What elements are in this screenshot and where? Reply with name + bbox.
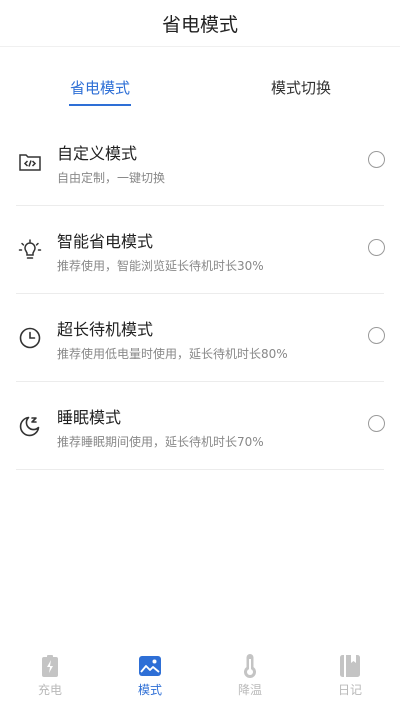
- mode-radio-button[interactable]: [368, 327, 385, 344]
- mode-title: 超长待机模式: [57, 320, 154, 339]
- mode-list: 自定义模式 自由定制，一键切换 智能省电模式 推荐使用，智能浏览延长待机时长30…: [16, 118, 385, 470]
- nav-item-diary[interactable]: 日记: [300, 651, 400, 711]
- nav-item-cooldown[interactable]: 降温: [200, 651, 300, 711]
- nav-item-mode[interactable]: 模式: [100, 651, 200, 711]
- battery-charge-icon: [39, 655, 61, 677]
- mode-description: 推荐使用低电量时使用，延长待机时长80%: [57, 347, 288, 361]
- mode-description: 推荐睡眠期间使用，延长待机时长70%: [57, 435, 264, 449]
- nav-label: 日记: [337, 683, 362, 697]
- mode-title: 智能省电模式: [57, 232, 154, 251]
- moon-sleep-icon: [16, 412, 44, 440]
- code-folder-icon: [16, 148, 44, 176]
- mode-item-smart-saving[interactable]: 智能省电模式 推荐使用，智能浏览延长待机时长30%: [16, 206, 385, 294]
- mode-item-custom[interactable]: 自定义模式 自由定制，一键切换: [16, 118, 385, 206]
- mode-item-long-standby[interactable]: 超长待机模式 推荐使用低电量时使用，延长待机时长80%: [16, 294, 385, 382]
- mode-radio-button[interactable]: [368, 239, 385, 256]
- image-mode-icon: [139, 655, 161, 677]
- nav-item-charge[interactable]: 充电: [0, 651, 100, 711]
- mode-radio-button[interactable]: [368, 415, 385, 432]
- mode-description: 推荐使用，智能浏览延长待机时长30%: [57, 259, 264, 273]
- bottom-nav: 充电 模式 降温 日记: [0, 651, 400, 711]
- mode-radio-button[interactable]: [368, 151, 385, 168]
- nav-label: 降温: [237, 683, 262, 697]
- nav-label: 模式: [137, 683, 162, 697]
- header: 省电模式: [0, 0, 400, 47]
- tab-bar: 省电模式 模式切换: [0, 47, 400, 127]
- mode-title: 睡眠模式: [57, 408, 122, 427]
- notebook-icon: [339, 655, 361, 677]
- thermometer-icon: [239, 654, 261, 678]
- page-title: 省电模式: [161, 13, 238, 36]
- mode-title: 自定义模式: [57, 144, 138, 163]
- lightbulb-icon: [16, 236, 44, 264]
- clock-icon: [16, 324, 44, 352]
- mode-description: 自由定制，一键切换: [57, 171, 166, 185]
- tab-power-saving[interactable]: 省电模式: [70, 77, 130, 98]
- tab-mode-switch[interactable]: 模式切换: [271, 77, 331, 98]
- mode-item-sleep[interactable]: 睡眠模式 推荐睡眠期间使用，延长待机时长70%: [16, 382, 385, 470]
- nav-label: 充电: [37, 683, 62, 697]
- active-tab-indicator: [69, 104, 131, 106]
